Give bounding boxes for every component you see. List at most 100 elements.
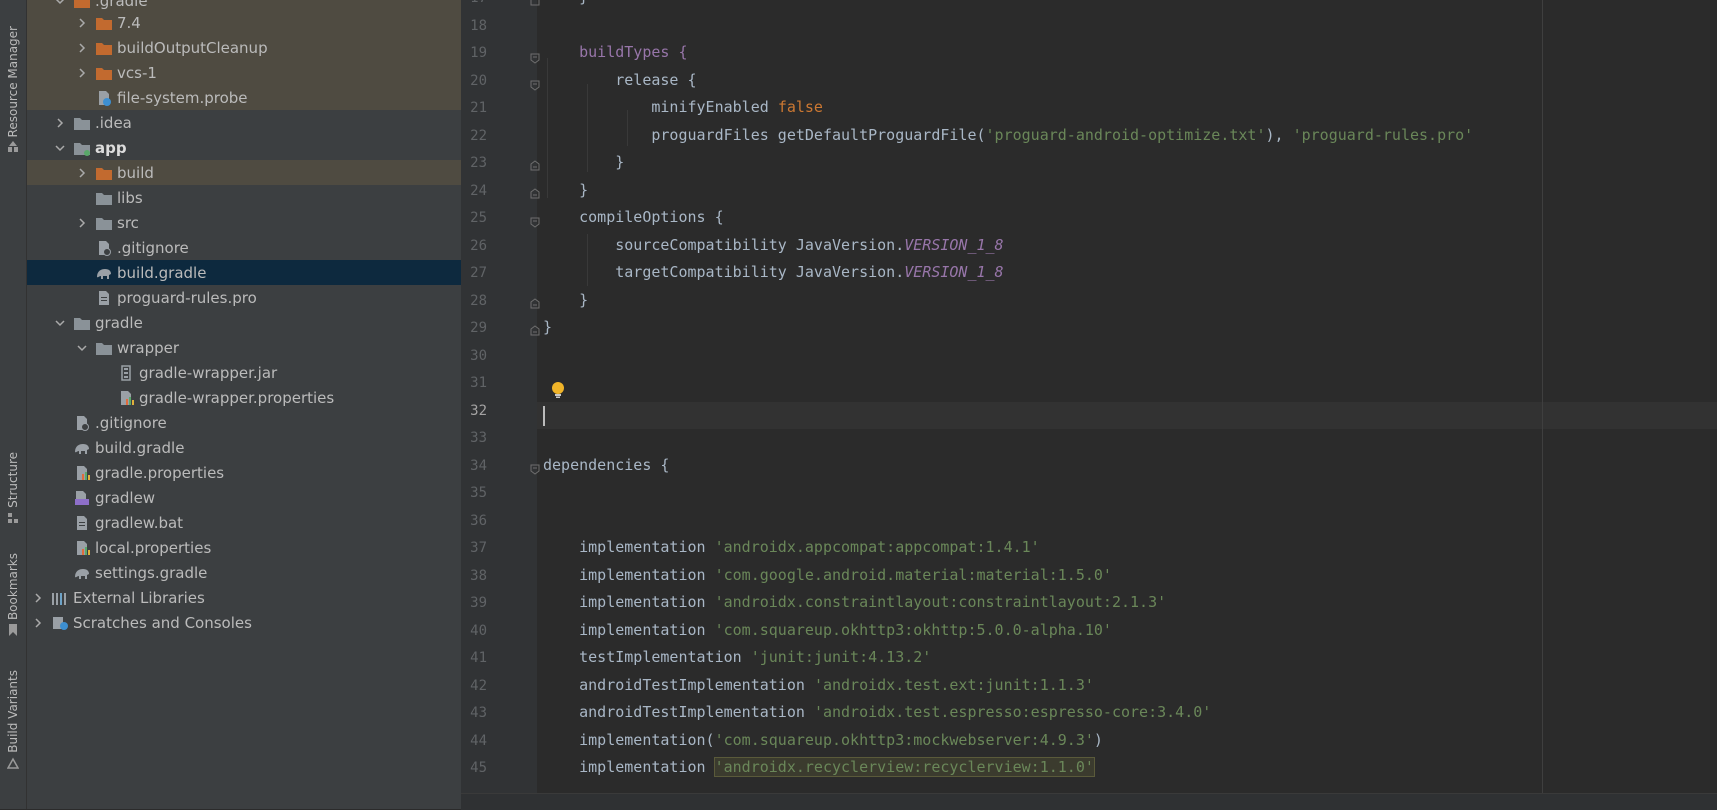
lightbulb-icon[interactable] [551,381,565,399]
tree-item-wrapper[interactable]: wrapper [27,335,461,360]
tree-item-idea[interactable]: .idea [27,110,461,135]
chevron-right-icon[interactable] [31,616,45,630]
string-token: 'com.google.android.material:material:1.… [714,565,1112,584]
fold-end-icon[interactable] [529,298,541,310]
tree-item-gradlew[interactable]: gradlew [27,485,461,510]
line-number: 40 [470,622,487,639]
tree-item-7-4[interactable]: 7.4 [27,10,461,35]
code-line: proguardFiles getDefaultProguardFile('pr… [543,126,1473,144]
code-line: dependencies { [543,456,669,474]
chevron-right-icon[interactable] [53,116,67,130]
tree-item-gradle[interactable]: gradle [27,310,461,335]
tree-item-app-gitignore[interactable]: .gitignore [27,235,461,260]
module-folder-icon [74,142,90,156]
chevron-right-icon[interactable] [75,66,89,80]
structure-icon [8,512,18,523]
tree-item-gradle-wrapper-properties[interactable]: gradle-wrapper.properties [27,385,461,410]
string-token: 'androidx.test.espresso:espresso-core:3.… [813,703,1212,721]
fold-start-icon[interactable] [529,216,541,228]
gradle-elephant-icon [97,268,111,279]
resource-manager-tab[interactable]: Resource Manager [0,26,26,153]
line-number: 20 [470,72,487,89]
tree-item-label: gradle [95,313,143,332]
fold-end-icon[interactable] [529,188,541,200]
tree-item-local-properties[interactable]: local.properties [27,535,461,560]
code-line: compileOptions { [543,208,724,226]
build-variants-icon [7,757,19,769]
line-number: 30 [470,347,487,364]
chevron-right-icon[interactable] [31,591,45,605]
code-line: implementation 'androidx.recyclerview:re… [543,757,1095,777]
fold-end-icon[interactable] [529,325,541,337]
tree-item-app[interactable]: app [27,135,461,160]
tree-item-label: local.properties [95,538,212,557]
folder-icon [96,167,112,180]
line-number: 39 [470,595,487,611]
tree-item-label: app [95,138,127,157]
tree-item-libs[interactable]: libs [27,185,461,210]
fold-end-icon[interactable] [529,160,541,172]
code-editor[interactable]: 17 } 18 19 buildTypes {20 release {21 mini… [461,0,1717,793]
gitignore-file-icon [99,240,111,256]
code-token: minifyEnabled [543,98,778,116]
chevron-down-icon[interactable] [53,316,67,330]
tree-item-label: build.gradle [117,263,207,282]
tree-item-src[interactable]: src [27,210,461,235]
tree-item-gradle-properties[interactable]: gradle.properties [27,460,461,485]
fold-start-icon[interactable] [529,52,541,64]
tree-item-settings-gradle[interactable]: settings.gradle [27,560,461,585]
build-variants-label: Build Variants [6,670,20,753]
string-token: 'androidx.test.ext:junit:1.1.3' [813,675,1094,694]
editor-gutter[interactable] [461,0,537,793]
tree-item-external-libraries[interactable]: External Libraries [27,585,461,610]
tree-item-gradle-wrapper-jar[interactable]: gradle-wrapper.jar [27,360,461,385]
structure-tab[interactable]: Structure [0,452,26,524]
chevron-down-icon[interactable] [53,0,67,8]
tree-item-root-gitignore[interactable]: .gitignore [27,410,461,435]
tree-item-root-build-gradle[interactable]: build.gradle [27,435,461,460]
code-line: } [543,291,588,309]
jar-file-icon [121,364,131,381]
tree-item-label: gradlew.bat [95,513,184,532]
code-token: ), [1265,125,1293,144]
tree-item-app-build-gradle[interactable]: build.gradle [27,260,461,285]
chevron-right-icon[interactable] [75,216,89,230]
fold-start-icon[interactable] [529,79,541,91]
chevron-right-icon[interactable] [75,41,89,55]
folder-icon [96,342,112,355]
chevron-right-icon[interactable] [75,166,89,180]
line-number: 32 [470,402,487,419]
code-line: } [543,0,588,6]
tree-item-build[interactable]: build [27,160,461,185]
folder-icon [96,217,112,230]
tree-item-buildoutputcleanup[interactable]: buildOutputCleanup [27,35,461,60]
structure-label: Structure [6,452,20,508]
folder-icon [96,192,112,205]
code-line: } [543,153,624,171]
properties-file-icon [77,540,90,555]
horizontal-scrollbar[interactable] [461,793,1717,810]
tree-item-label: file-system.probe [117,88,248,107]
line-number: 25 [470,210,487,226]
tree-item-proguard-rules[interactable]: proguard-rules.pro [27,285,461,310]
code-token: sourceCompatibility JavaVersion. [543,235,905,254]
chevron-down-icon[interactable] [75,341,89,355]
tree-item-gradlew-bat[interactable]: gradlew.bat [27,510,461,535]
bookmarks-tab[interactable]: Bookmarks [0,553,26,637]
chevron-down-icon[interactable] [53,141,67,155]
current-line-highlight [461,402,1717,429]
libraries-icon [52,592,66,605]
tree-item-scratches[interactable]: Scratches and Consoles [27,610,461,635]
fold-start-icon[interactable] [529,463,541,475]
tree-item-file-system-probe[interactable]: file-system.probe [27,85,461,110]
chevron-right-icon[interactable] [75,16,89,30]
code-line: buildTypes { [543,43,687,61]
tree-item-label: gradle-wrapper.properties [139,388,335,407]
folder-icon [74,317,90,330]
constant-token: VERSION_1_8 [904,263,1004,281]
fold-end-icon[interactable] [529,0,541,7]
tree-item-vcs-1[interactable]: vcs-1 [27,60,461,85]
unknown-file-icon [99,90,111,106]
line-number: 21 [470,100,487,116]
build-variants-tab[interactable]: Build Variants [0,670,26,769]
